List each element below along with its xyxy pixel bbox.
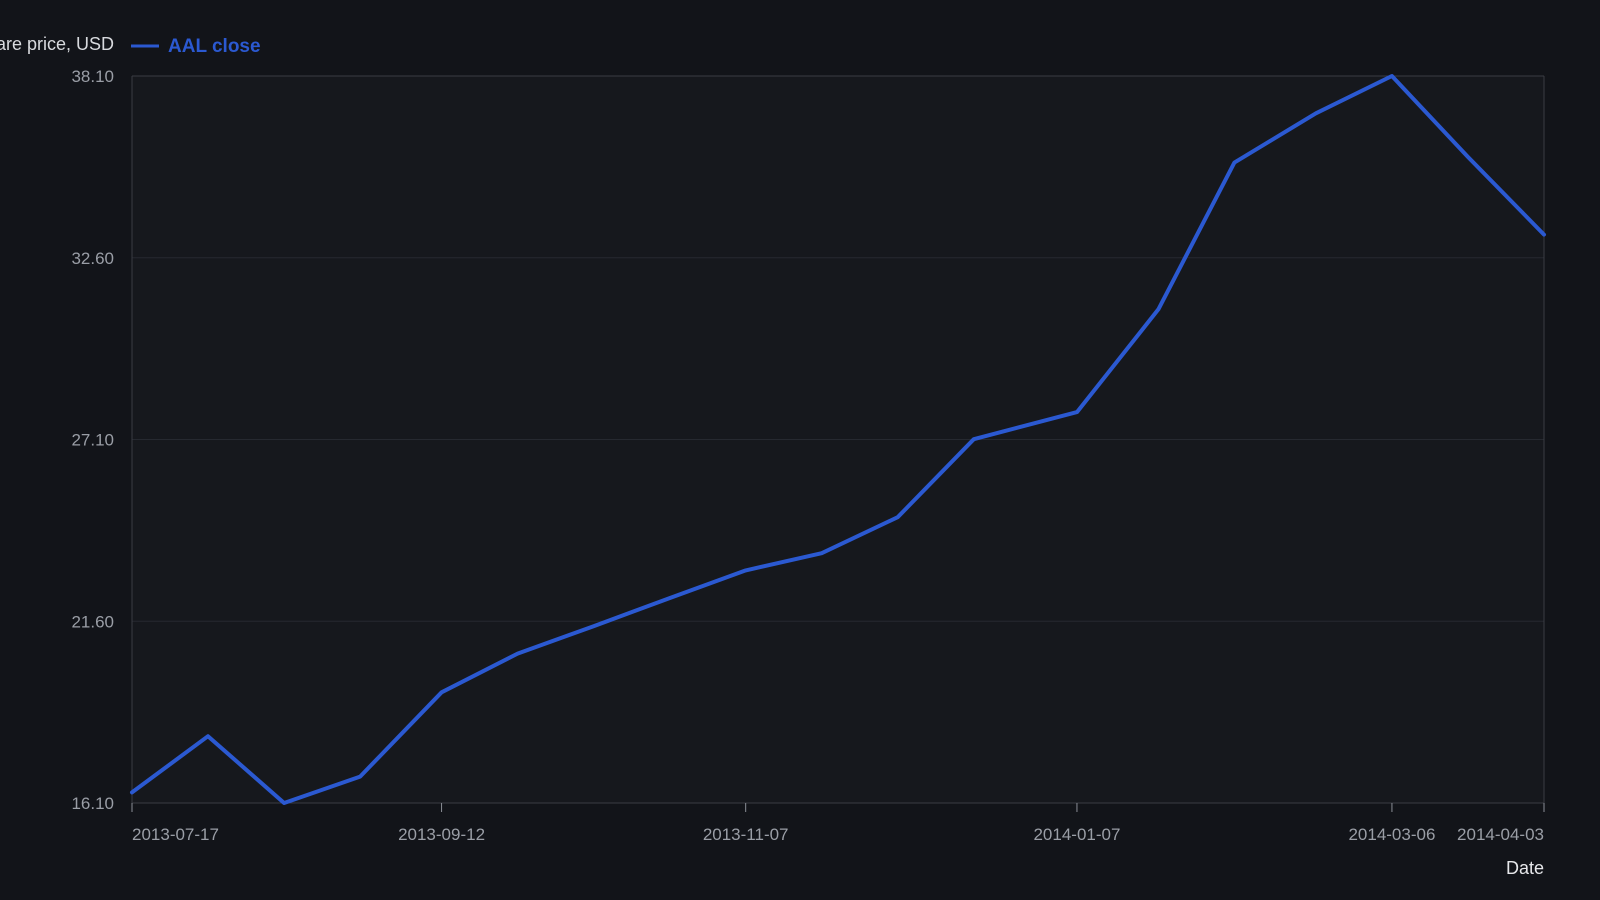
y-tick-label-2: 27.10 — [71, 431, 114, 450]
x-tick-label-3: 2014-01-07 — [1033, 825, 1120, 844]
y-tick-label-0: 16.10 — [71, 794, 114, 813]
y-axis-label: Share price, USD — [0, 34, 114, 54]
x-tick-label-4: 2014-03-06 — [1348, 825, 1435, 844]
x-tick-label-5: 2014-04-03 — [1457, 825, 1544, 844]
x-tick-label-1: 2013-09-12 — [398, 825, 485, 844]
line-chart: 16.10 21.60 27.10 32.60 38.10 2013-07-17 2013… — [0, 0, 1600, 900]
x-tick-label-2: 2013-11-07 — [703, 825, 789, 844]
legend-label-aal-close: AAL close — [168, 36, 261, 57]
y-tick-label-1: 21.60 — [71, 612, 114, 631]
y-tick-label-4: 38.10 — [71, 67, 114, 86]
y-tick-label-3: 32.60 — [71, 249, 114, 268]
x-tick-label-0: 2013-07-17 — [132, 825, 219, 844]
x-axis-label: Date — [1506, 858, 1544, 878]
